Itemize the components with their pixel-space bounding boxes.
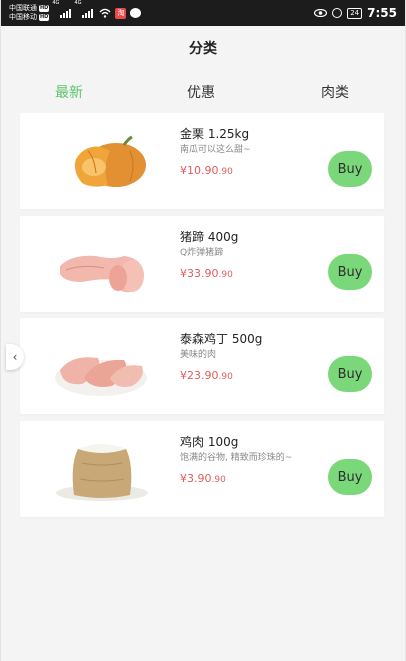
tab-discount[interactable]: 优惠 <box>187 82 215 102</box>
carrier-block: 中国联通 HD 中国移动 HD <box>9 4 50 22</box>
product-description: Q炸弹猪蹄 <box>180 248 224 258</box>
product-card[interactable]: 泰森鸡丁 500g 美味的肉 ¥23.90.90 Buy <box>20 318 384 414</box>
product-description: 饱满的谷物, 精致而珍珠的~ <box>180 453 293 463</box>
wifi-icon <box>100 8 111 18</box>
network-1-label: 4G <box>52 0 60 6</box>
alarm-icon <box>332 8 343 18</box>
pumpkin-image <box>74 135 146 187</box>
pig-trotter-image <box>60 255 144 293</box>
eye-icon <box>314 9 328 17</box>
phone-screen: 中国联通 HD 中国移动 HD 4G 4G 淘 24 7:55 分类 最新 优惠… <box>0 0 406 661</box>
page-title: 分类 <box>189 41 217 57</box>
product-card[interactable]: 金栗 1.25kg 南瓜可以这么甜~ ¥10.90.90 Buy <box>20 113 384 209</box>
carrier-1-label: 中国联通 <box>9 4 37 12</box>
price-small: .90 <box>218 167 233 177</box>
buy-button[interactable]: Buy <box>328 459 372 495</box>
product-title: 猪蹄 400g <box>180 230 239 244</box>
product-card[interactable]: 猪蹄 400g Q炸弹猪蹄 ¥33.90.90 Buy <box>20 216 384 312</box>
category-tabs: 最新 优惠 肉类 <box>1 74 405 110</box>
status-bar: 中国联通 HD 中国移动 HD 4G 4G 淘 24 7:55 <box>1 0 405 26</box>
price-small: .90 <box>211 475 226 485</box>
price-main: ¥10.90 <box>180 164 219 177</box>
product-card[interactable]: 鸡肉 100g 饱满的谷物, 精致而珍珠的~ ¥3.90.90 Buy <box>20 421 384 517</box>
product-title: 泰森鸡丁 500g <box>180 332 263 346</box>
buy-button[interactable]: Buy <box>328 356 372 392</box>
buy-button[interactable]: Buy <box>328 151 372 187</box>
product-title: 金栗 1.25kg <box>180 127 250 141</box>
product-price: ¥10.90.90 <box>180 164 233 177</box>
battery-icon: 24 <box>347 7 363 19</box>
hd-badge-2: HD <box>39 14 50 21</box>
tab-meat[interactable]: 肉类 <box>321 82 349 102</box>
network-2-label: 4G <box>74 0 82 6</box>
buy-button[interactable]: Buy <box>328 254 372 290</box>
signal-2-icon <box>82 8 94 18</box>
status-time: 7:55 <box>367 6 397 20</box>
product-description: 美味的肉 <box>180 350 217 360</box>
price-main: ¥33.90 <box>180 267 219 280</box>
product-title: 鸡肉 100g <box>180 435 239 449</box>
price-small: .90 <box>218 270 233 280</box>
price-main: ¥23.90 <box>180 369 219 382</box>
rice-sack-image <box>56 444 148 501</box>
price-small: .90 <box>218 372 233 382</box>
chat-icon <box>130 8 142 18</box>
hd-badge: HD <box>39 5 50 12</box>
product-description: 南瓜可以这么甜~ <box>180 145 251 155</box>
product-price: ¥23.90.90 <box>180 369 233 382</box>
product-price: ¥33.90.90 <box>180 267 233 280</box>
price-main: ¥3.90 <box>180 472 212 485</box>
carrier-2-label: 中国移动 <box>9 13 37 21</box>
signal-1-icon <box>60 8 72 18</box>
tab-latest[interactable]: 最新 <box>55 82 83 102</box>
chicken-breast-image <box>55 357 147 396</box>
taobao-app-icon: 淘 <box>115 7 127 19</box>
product-price: ¥3.90.90 <box>180 472 226 485</box>
